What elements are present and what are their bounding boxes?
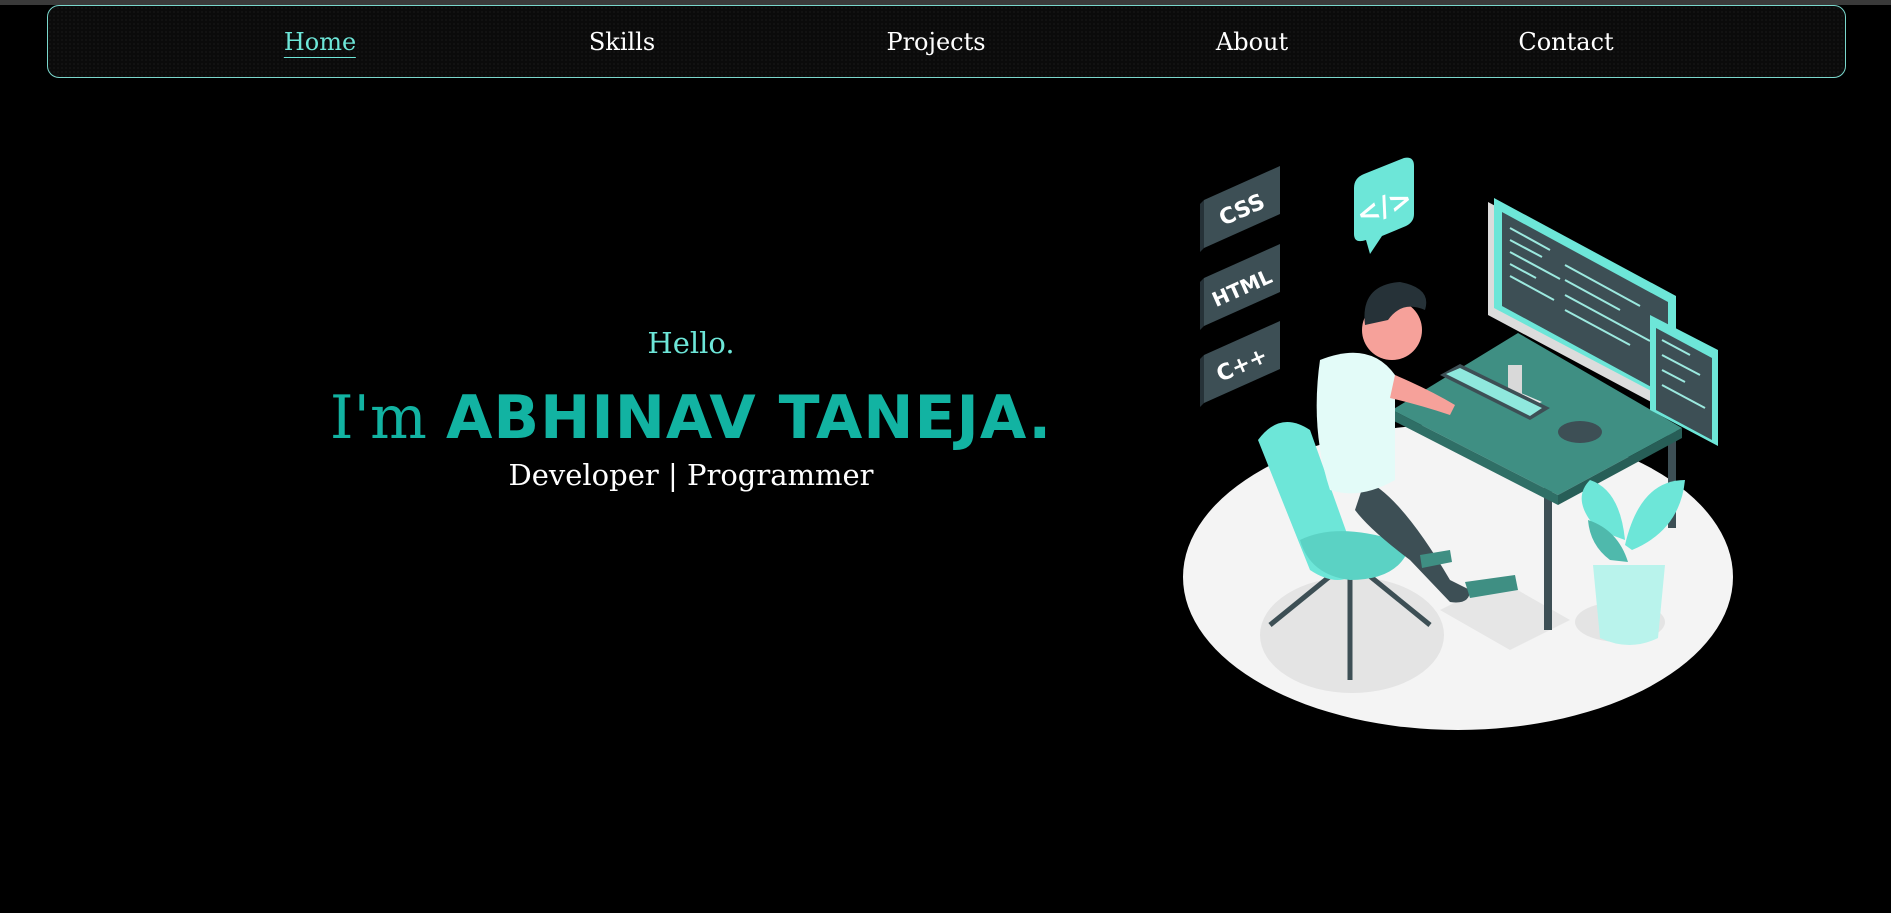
hero-intro: I'm bbox=[329, 383, 446, 453]
mouse bbox=[1558, 421, 1602, 443]
hero-name: ABHINAV TANEJA. bbox=[445, 383, 1053, 453]
tile-html: HTML bbox=[1200, 244, 1280, 330]
tile-css: CSS bbox=[1200, 166, 1280, 252]
code-bubble: </> bbox=[1352, 157, 1417, 254]
nav-projects-link[interactable]: Projects bbox=[886, 28, 985, 56]
navbar: Home Skills Projects About Contact bbox=[47, 5, 1846, 78]
person-shirt bbox=[1316, 352, 1395, 494]
plant-pot bbox=[1593, 565, 1665, 645]
desk-leg bbox=[1544, 480, 1552, 630]
developer-illustration: CSS HTML C++ </> bbox=[1183, 157, 1733, 730]
nav-contact-link[interactable]: Contact bbox=[1518, 28, 1613, 56]
tile-cpp: C++ bbox=[1200, 321, 1280, 407]
nav-about-link[interactable]: About bbox=[1216, 28, 1288, 56]
nav-home-link[interactable]: Home bbox=[283, 28, 357, 58]
nav-skills-link[interactable]: Skills bbox=[589, 28, 655, 56]
